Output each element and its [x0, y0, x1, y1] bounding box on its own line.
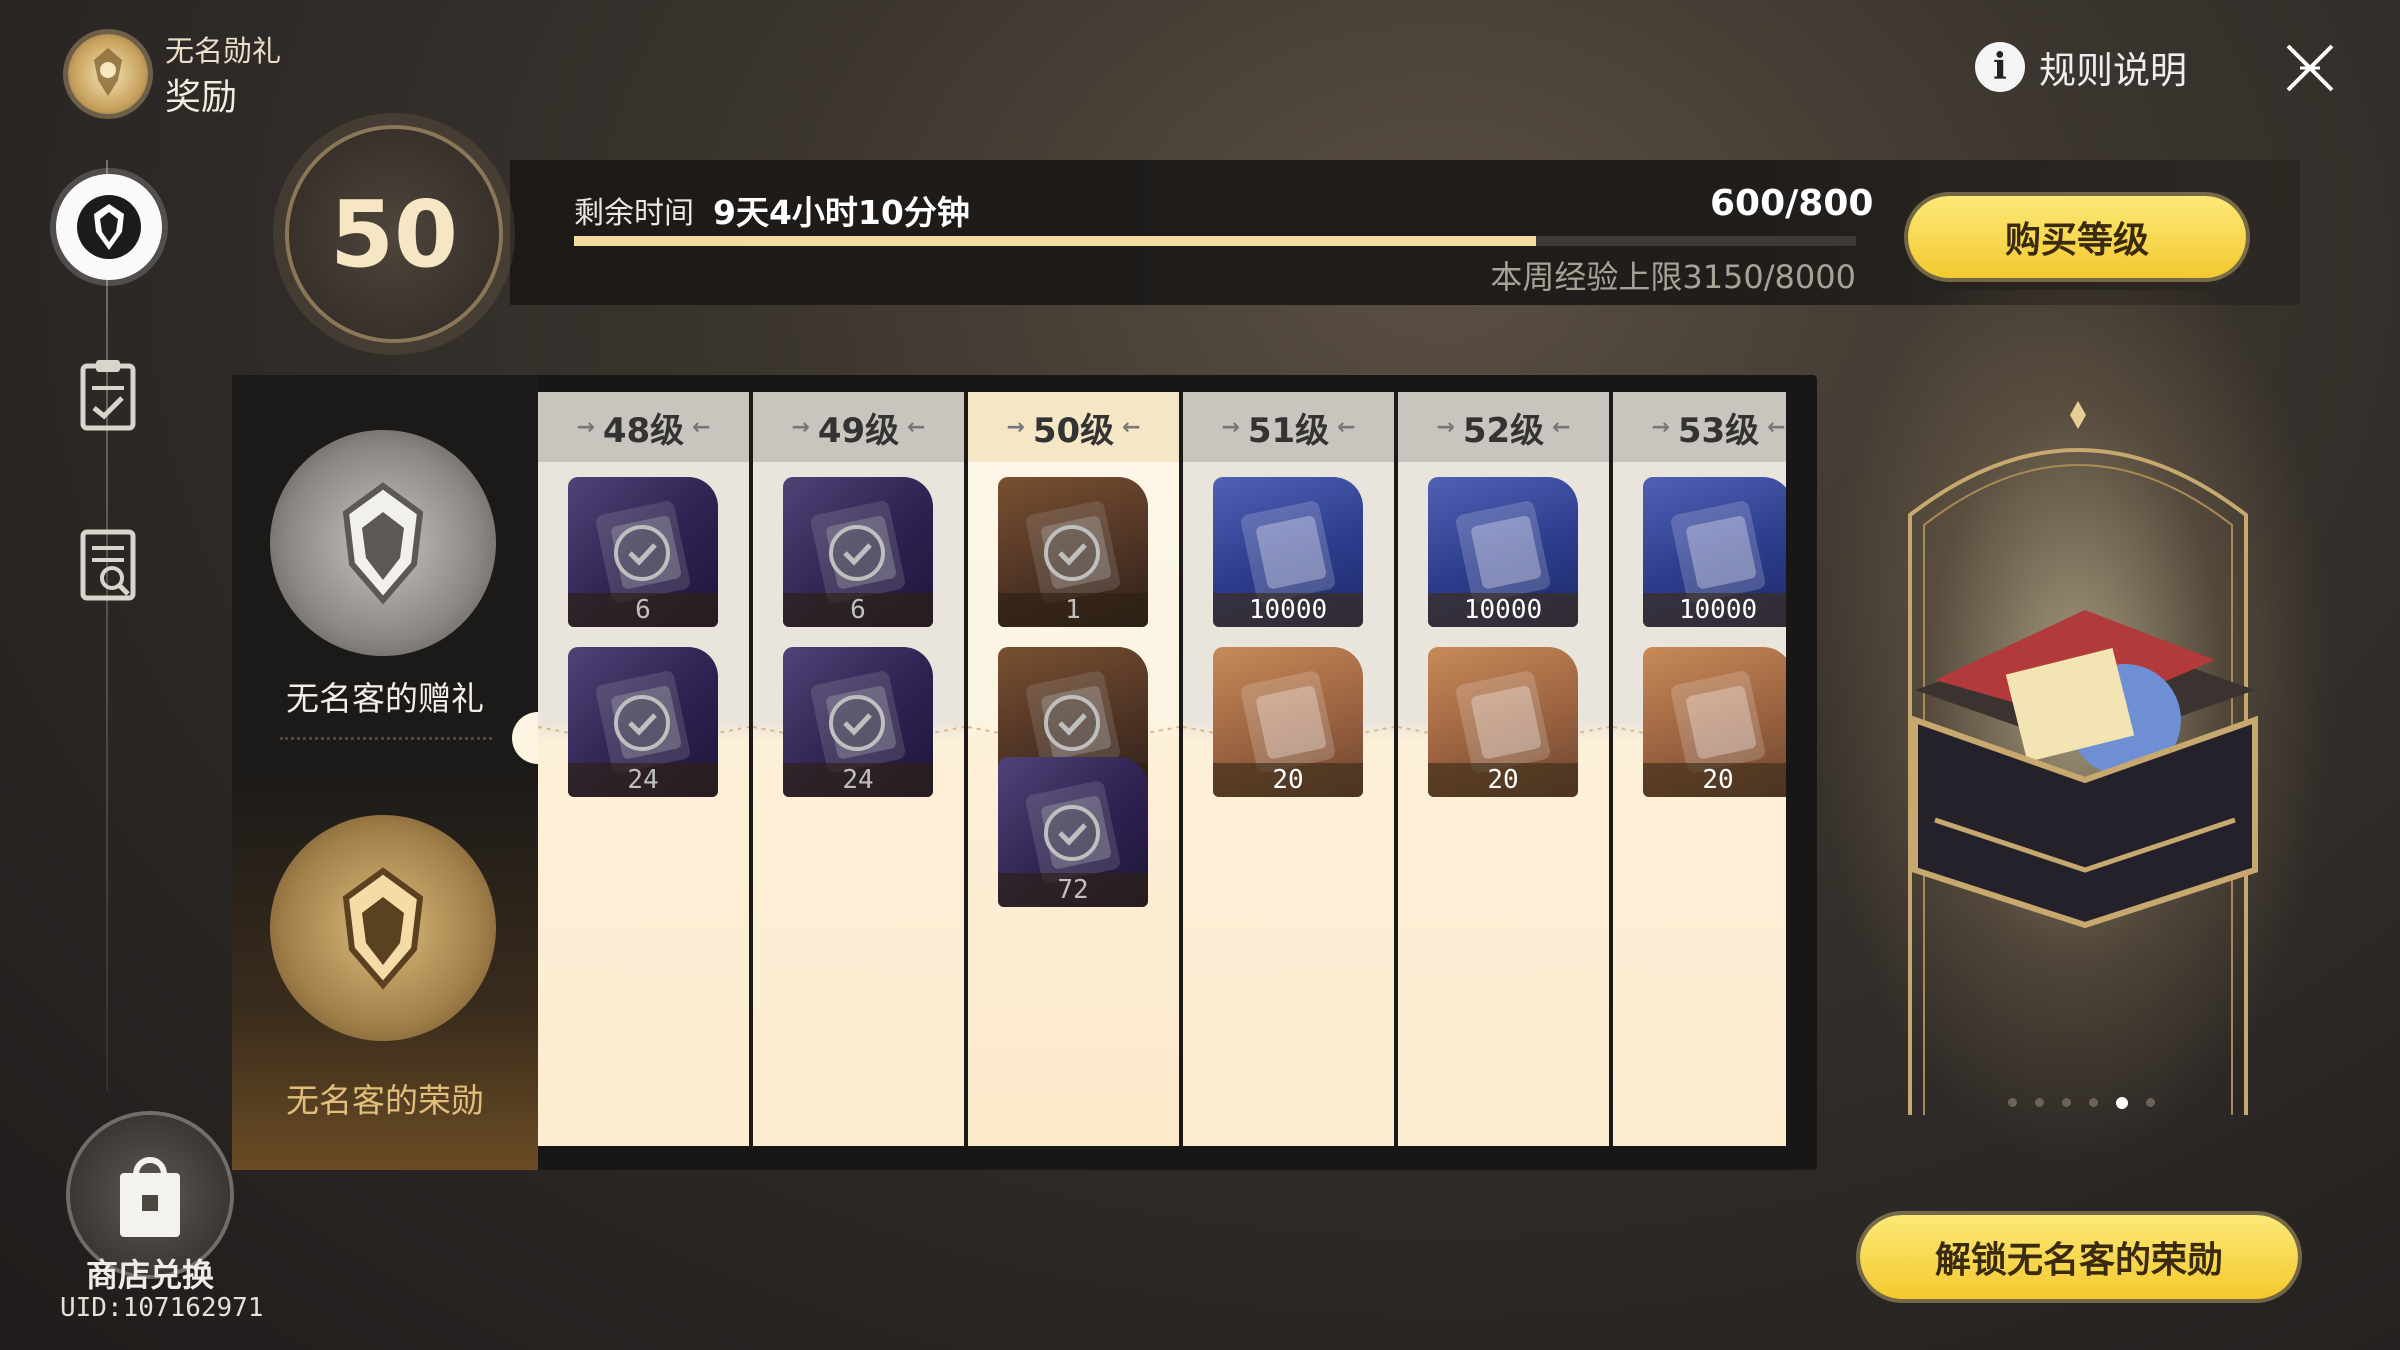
- nav-rail: [106, 160, 108, 1090]
- reward-columns[interactable]: →48级←624→49级←624→50级←1172→51级←1000020→52…: [538, 392, 1786, 1146]
- reward-quantity: 1: [998, 593, 1148, 627]
- level-label: 50级: [1032, 410, 1115, 451]
- free-reward-item[interactable]: 10000: [1643, 477, 1786, 627]
- level-label: 51级: [1247, 410, 1330, 451]
- level-label: 53级: [1677, 410, 1760, 451]
- level-label: 52级: [1462, 410, 1545, 451]
- claimed-check-icon: [829, 695, 885, 751]
- track-divider: [280, 737, 492, 740]
- reward-quantity: 10000: [1213, 593, 1363, 627]
- level-column: → 51级 ← 10000 20: [1183, 392, 1398, 1146]
- treasure-chest-icon: [1912, 610, 2258, 929]
- mission-clipboard-icon: [80, 360, 136, 431]
- reward-quantity: 24: [783, 763, 933, 797]
- paid-track-badge: [270, 815, 496, 1041]
- claimed-check-icon: [614, 525, 670, 581]
- remaining-time-label: 剩余时间: [574, 196, 694, 231]
- reward-item-icon: [811, 501, 905, 603]
- reward-item-icon: [811, 671, 905, 773]
- carousel-dot[interactable]: [2116, 1097, 2128, 1109]
- carousel-dot[interactable]: [2008, 1098, 2017, 1107]
- reward-quantity: 6: [783, 593, 933, 627]
- free-reward-item[interactable]: 6: [568, 477, 718, 627]
- level-column: → 48级 ← 6 24: [538, 392, 753, 1146]
- claimed-check-icon: [1044, 695, 1100, 751]
- level-label: 48级: [602, 410, 685, 451]
- nameless-honor-logo: [68, 34, 148, 114]
- rules-button[interactable]: i 规则说明: [1975, 40, 2187, 94]
- rules-label: 规则说明: [2039, 49, 2187, 92]
- reward-quantity: 20: [1428, 763, 1578, 797]
- header-subtitle: 无名勋礼: [165, 34, 282, 68]
- level-header: → 48级 ←: [538, 392, 749, 462]
- level-header: → 49级 ←: [753, 392, 964, 462]
- rewards-emblem-icon: [77, 195, 141, 259]
- free-reward-item[interactable]: 10000: [1213, 477, 1363, 627]
- paid-reward-item[interactable]: 72: [998, 757, 1148, 907]
- search-document-icon: [80, 529, 136, 601]
- exp-progress-bar: [574, 236, 1856, 246]
- claimed-check-icon: [1044, 805, 1100, 861]
- free-reward-item[interactable]: 1: [998, 477, 1148, 627]
- reward-quantity: 20: [1643, 763, 1786, 797]
- level-label: 49级: [817, 410, 900, 451]
- paid-track-label: 无名客的荣勋: [286, 1081, 484, 1120]
- carousel-dot[interactable]: [2146, 1098, 2155, 1107]
- nav-rewards-tab[interactable]: [56, 174, 162, 280]
- claimed-check-icon: [829, 525, 885, 581]
- reward-item-icon: [596, 671, 690, 773]
- level-header: → 50级 ←: [968, 392, 1179, 462]
- silver-emblem-icon: [342, 482, 424, 605]
- reward-item-icon: [596, 501, 690, 603]
- buy-level-button[interactable]: 购买等级: [1908, 196, 2246, 278]
- reward-quantity: 10000: [1643, 593, 1786, 627]
- paid-reward-item[interactable]: 24: [783, 647, 933, 797]
- page-title: 奖励: [165, 77, 238, 118]
- reward-item-icon: [1026, 781, 1120, 883]
- nav-missions-tab[interactable]: [78, 358, 138, 432]
- carousel-dot[interactable]: [2089, 1098, 2098, 1107]
- level-column: →50级←1172: [968, 392, 1183, 1146]
- shopping-bag-icon: [120, 1157, 180, 1237]
- carousel-dot[interactable]: [2035, 1098, 2044, 1107]
- reward-quantity: 10000: [1428, 593, 1578, 627]
- claimed-check-icon: [1044, 525, 1100, 581]
- gold-emblem-icon: [342, 867, 424, 990]
- level-header: → 52级 ←: [1398, 392, 1609, 462]
- paid-reward-item[interactable]: 20: [1428, 647, 1578, 797]
- free-track-label: 无名客的赠礼: [286, 679, 484, 718]
- info-icon: i: [1975, 42, 2025, 92]
- paid-reward-item[interactable]: 20: [1213, 647, 1363, 797]
- level-column: → 53级 ← 10000 20: [1613, 392, 1786, 1146]
- nav-collection-tab[interactable]: [78, 528, 138, 602]
- level-header: → 53级 ←: [1613, 392, 1786, 462]
- reward-quantity: 20: [1213, 763, 1363, 797]
- weekly-exp-cap: 本周经验上限3150/8000: [1490, 258, 1856, 296]
- uid-text: UID:107162971: [60, 1293, 264, 1323]
- reward-item-icon: [1026, 501, 1120, 603]
- shop-label: 商店兑换: [86, 1256, 215, 1294]
- reward-quantity: 24: [568, 763, 718, 797]
- level-header: → 51级 ←: [1183, 392, 1394, 462]
- free-track-badge: [270, 430, 496, 656]
- exp-counter: 600/800: [1710, 183, 1874, 224]
- unlock-premium-button[interactable]: 解锁无名客的荣勋: [1860, 1215, 2298, 1299]
- claimed-check-icon: [614, 695, 670, 751]
- level-column: → 49级 ← 6 24: [753, 392, 968, 1146]
- free-reward-item[interactable]: 10000: [1428, 477, 1578, 627]
- close-button[interactable]: [2280, 38, 2340, 98]
- paid-reward-item[interactable]: 20: [1643, 647, 1786, 797]
- free-reward-item[interactable]: 6: [783, 477, 933, 627]
- level-column: → 52级 ← 10000 20: [1398, 392, 1613, 1146]
- close-icon: [2286, 44, 2334, 92]
- current-level-badge: 50: [285, 125, 503, 343]
- reward-quantity: 72: [998, 873, 1148, 907]
- carousel-indicator[interactable]: [2008, 1097, 2155, 1109]
- reward-quantity: 6: [568, 593, 718, 627]
- carousel-dot[interactable]: [2062, 1098, 2071, 1107]
- paid-reward-item[interactable]: 24: [568, 647, 718, 797]
- exp-progress-fill: [574, 236, 1536, 246]
- remaining-time-value: 9天4小时10分钟: [713, 193, 970, 232]
